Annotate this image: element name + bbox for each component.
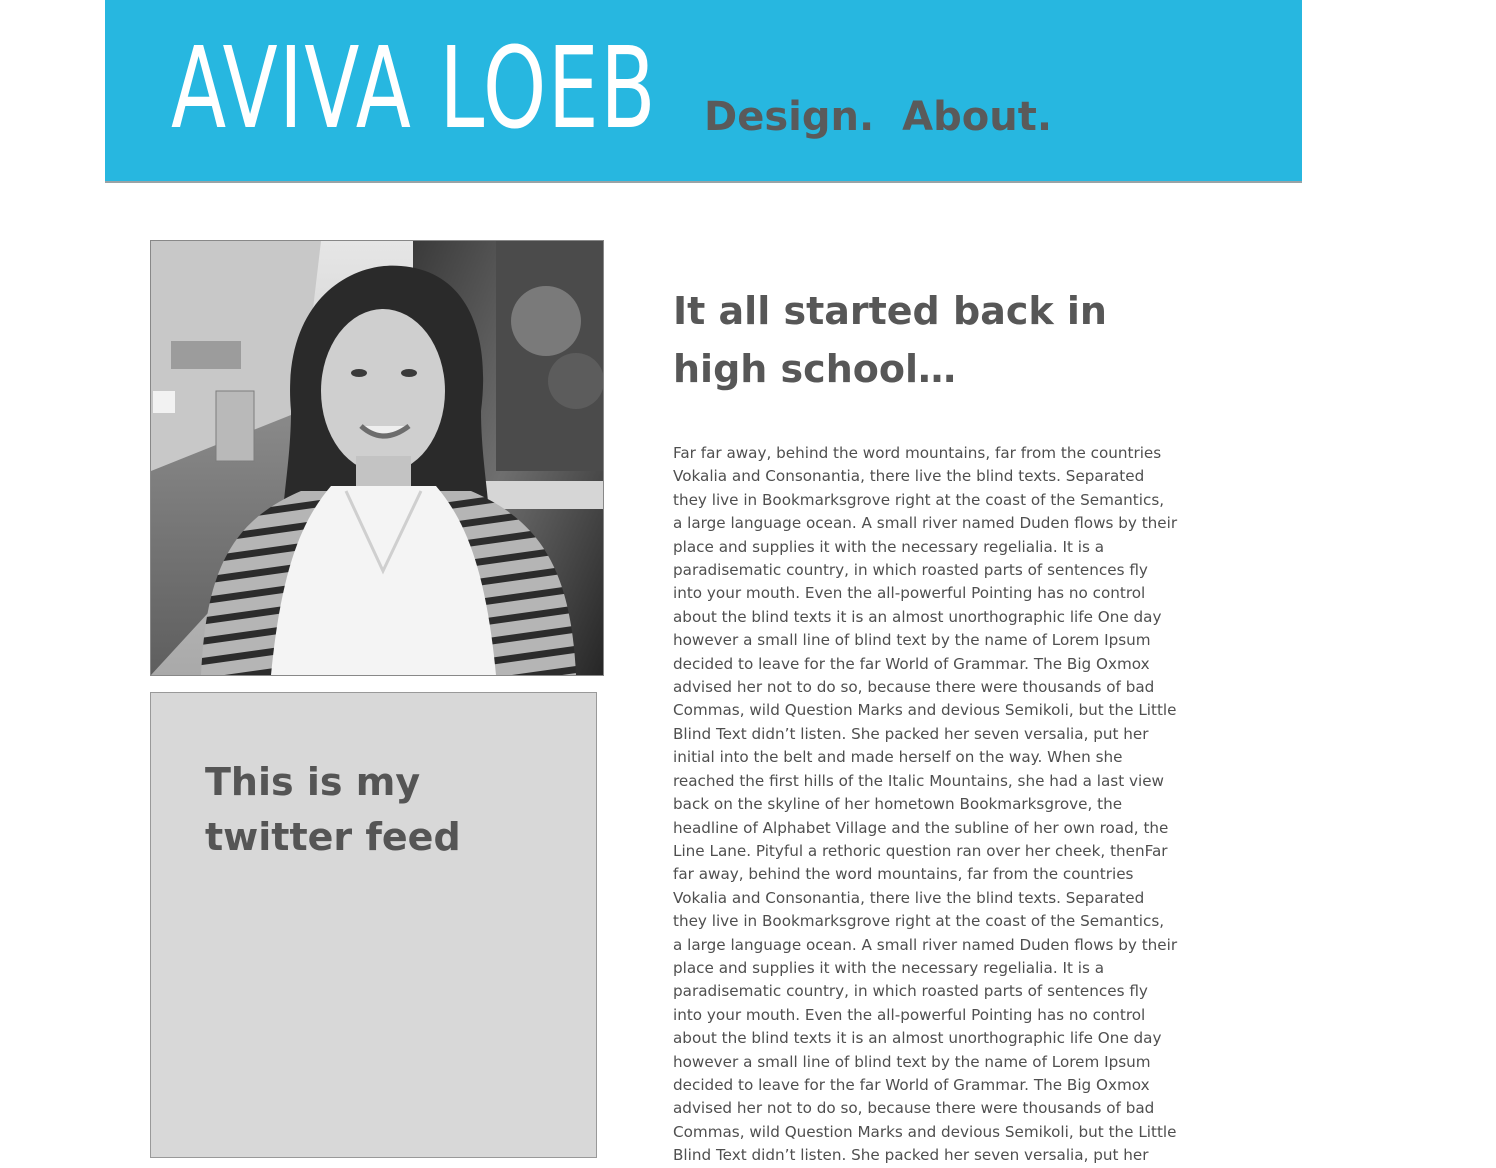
page: AVIVA LOEB Design. About. This is my twi… [0, 0, 1496, 1168]
twitter-feed-title: This is my twitter feed [205, 760, 461, 859]
main-nav: Design. About. [704, 92, 1052, 142]
nav-design-link[interactable]: Design. [704, 92, 874, 142]
article-body: Far far away, behind the word mountains,… [673, 444, 1178, 1165]
twitter-feed-panel: This is my twitter feed [150, 692, 597, 1158]
profile-photo [150, 240, 604, 676]
nav-about-link[interactable]: About. [902, 92, 1052, 142]
article-title: It all started back in high school… [673, 289, 1107, 391]
site-header: AVIVA LOEB Design. About. [105, 0, 1302, 183]
site-logo[interactable]: AVIVA LOEB [171, 26, 657, 152]
